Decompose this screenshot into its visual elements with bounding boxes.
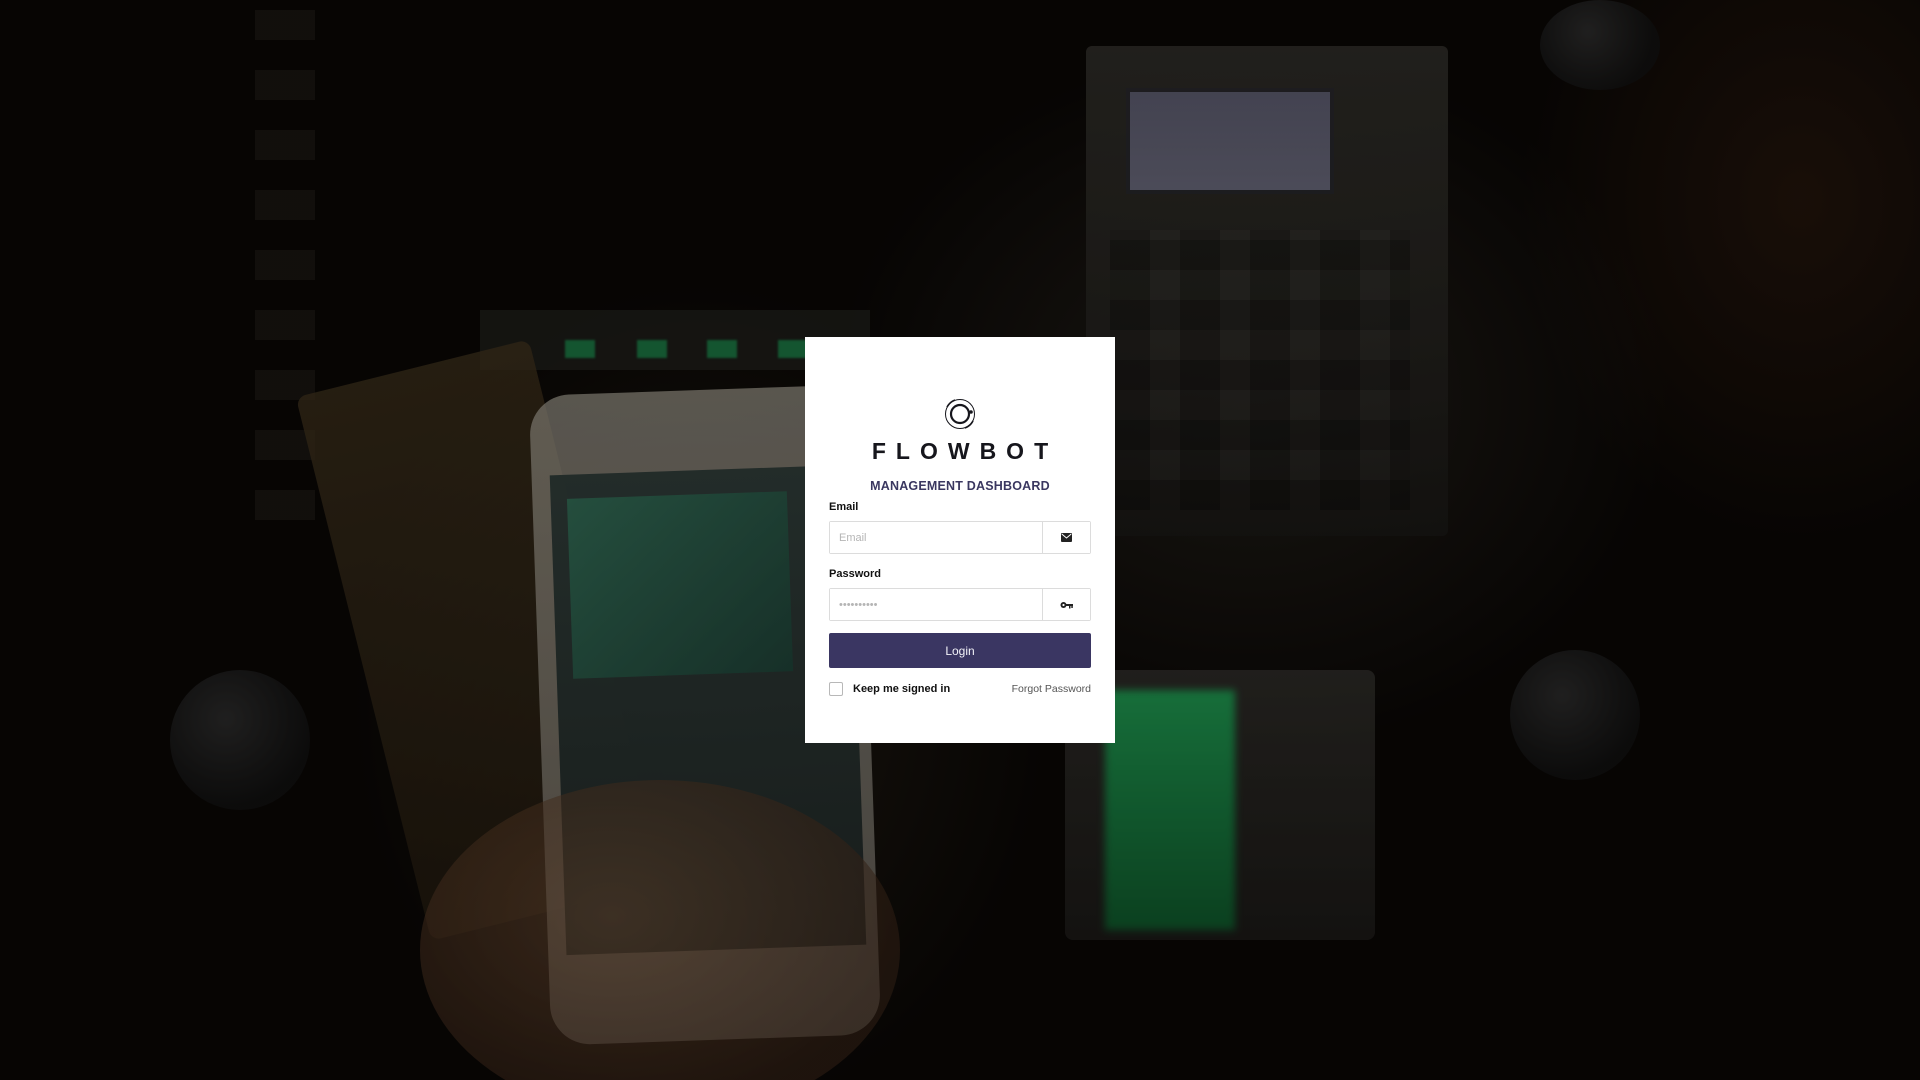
envelope-icon <box>1061 533 1072 542</box>
email-input[interactable] <box>830 522 1042 553</box>
password-addon <box>1042 589 1090 620</box>
keep-signed-in-checkbox[interactable] <box>829 682 843 696</box>
keep-signed-in-label[interactable]: Keep me signed in <box>853 683 950 695</box>
email-label: Email <box>829 501 859 513</box>
login-card: FLOWBOT MANAGEMENT DASHBOARD Email Passw… <box>805 337 1115 743</box>
login-options-row: Keep me signed in Forgot Password <box>829 682 1091 696</box>
password-label: Password <box>829 568 881 580</box>
forgot-password-link[interactable]: Forgot Password <box>1012 683 1091 695</box>
keep-signed-in: Keep me signed in <box>829 682 950 696</box>
email-addon <box>1042 522 1090 553</box>
flowbot-logo-icon <box>945 399 975 429</box>
email-input-group <box>829 521 1091 554</box>
key-icon <box>1060 601 1073 608</box>
login-button[interactable]: Login <box>829 633 1091 668</box>
password-input[interactable] <box>830 589 1042 620</box>
brand-name: FLOWBOT <box>871 438 1059 464</box>
password-input-group <box>829 588 1091 621</box>
page-subtitle: MANAGEMENT DASHBOARD <box>870 479 1050 493</box>
